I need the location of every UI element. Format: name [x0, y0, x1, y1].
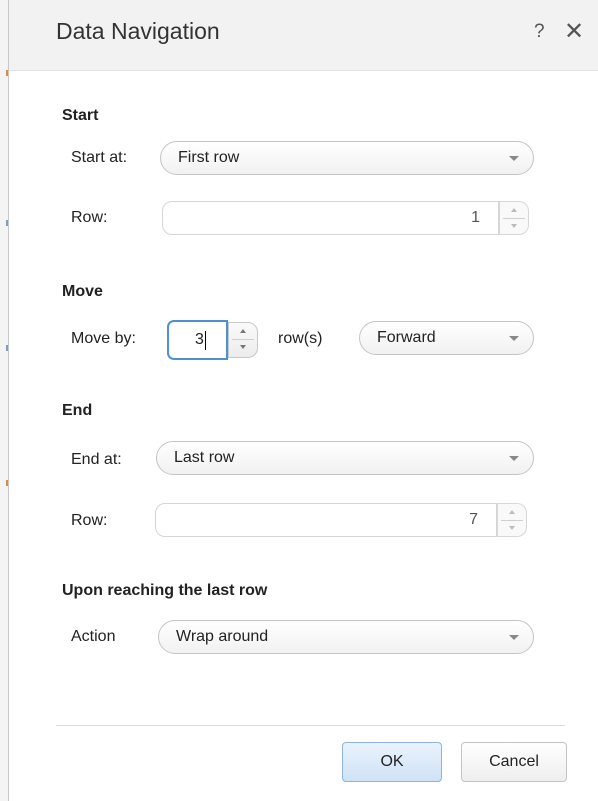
section-heading-last-row: Upon reaching the last row: [62, 582, 268, 599]
end-row-label: Row:: [71, 512, 108, 529]
help-icon[interactable]: ?: [534, 21, 545, 43]
background-window-edge: [0, 0, 9, 801]
move-by-input[interactable]: 3: [167, 320, 228, 360]
footer-divider: [56, 725, 565, 726]
end-row-value: 7: [469, 511, 478, 528]
ok-button[interactable]: OK: [342, 742, 442, 782]
direction-dropdown[interactable]: Forward: [359, 321, 534, 355]
chevron-down-icon: [509, 456, 519, 461]
chevron-down-icon: [509, 156, 519, 161]
spinner-divider: [232, 339, 254, 340]
start-at-dropdown[interactable]: First row: [160, 141, 534, 175]
data-navigation-dialog: Data Navigation ? ✕ Start Start at: Firs…: [9, 0, 598, 801]
section-heading-start: Start: [62, 107, 99, 124]
end-at-label: End at:: [71, 451, 122, 468]
spinner-down-icon[interactable]: [240, 345, 246, 349]
edge-marker: [6, 480, 8, 486]
text-caret: [205, 331, 206, 350]
action-value: Wrap around: [176, 628, 269, 645]
spinner-divider: [501, 520, 523, 521]
rows-unit-label: row(s): [278, 330, 323, 347]
close-icon[interactable]: ✕: [564, 17, 584, 46]
chevron-down-icon: [509, 635, 519, 640]
end-at-dropdown[interactable]: Last row: [156, 441, 534, 475]
spinner-divider: [503, 218, 525, 219]
move-by-label: Move by:: [71, 330, 136, 347]
start-row-input[interactable]: 1: [162, 201, 499, 235]
start-row-label: Row:: [71, 209, 108, 226]
start-at-label: Start at:: [71, 149, 128, 166]
end-at-value: Last row: [174, 449, 235, 466]
dialog-titlebar: Data Navigation ? ✕: [9, 0, 598, 71]
end-row-spinner[interactable]: [497, 503, 527, 537]
spinner-up-icon[interactable]: [240, 329, 246, 333]
spinner-down-icon[interactable]: [511, 224, 517, 228]
chevron-down-icon: [509, 336, 519, 341]
start-row-value: 1: [471, 209, 480, 226]
spinner-up-icon[interactable]: [511, 208, 517, 212]
spinner-down-icon[interactable]: [509, 526, 515, 530]
dialog-title: Data Navigation: [56, 18, 220, 44]
direction-value: Forward: [377, 329, 436, 346]
section-heading-move: Move: [62, 283, 103, 300]
action-dropdown[interactable]: Wrap around: [158, 620, 534, 654]
move-by-value: 3: [195, 331, 204, 348]
edge-marker: [6, 70, 8, 76]
move-by-spinner[interactable]: [228, 322, 258, 358]
edge-marker: [6, 345, 8, 351]
start-row-spinner[interactable]: [499, 201, 529, 235]
spinner-up-icon[interactable]: [509, 510, 515, 514]
edge-marker: [6, 220, 8, 226]
cancel-button[interactable]: Cancel: [461, 742, 567, 782]
end-row-input[interactable]: 7: [155, 503, 497, 537]
section-heading-end: End: [62, 402, 93, 419]
start-at-value: First row: [178, 149, 240, 166]
action-label: Action: [71, 628, 116, 645]
